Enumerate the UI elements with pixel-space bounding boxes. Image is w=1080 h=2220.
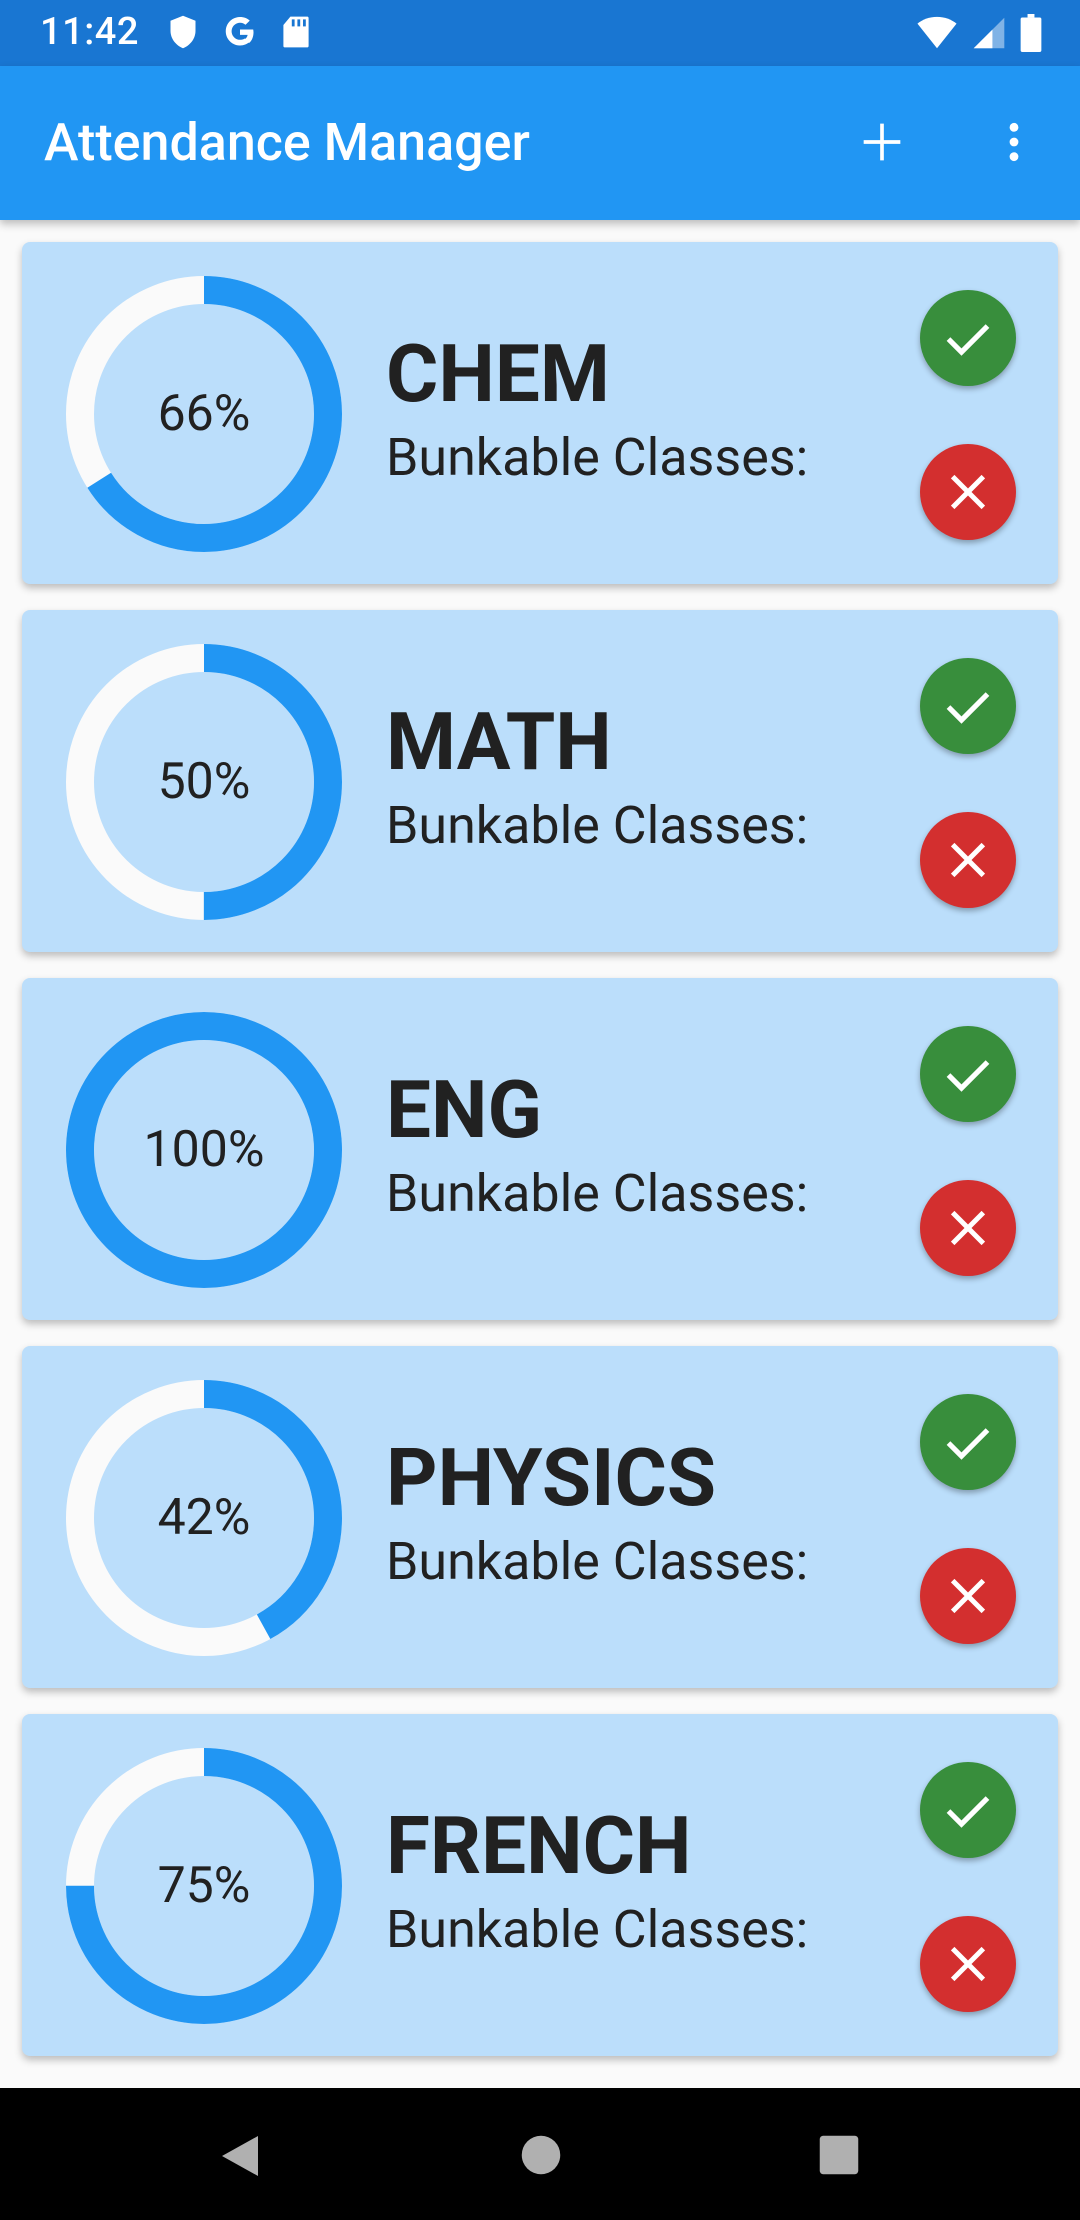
wifi-icon: [916, 16, 958, 54]
close-icon: [950, 1578, 986, 1614]
mark-absent-button[interactable]: [920, 812, 1016, 908]
home-icon: [521, 2135, 561, 2175]
status-notification-icons: [168, 14, 310, 54]
mark-absent-button[interactable]: [920, 444, 1016, 540]
subject-card-eng[interactable]: 100% ENG Bunkable Classes:: [22, 978, 1058, 1320]
mark-present-button[interactable]: [920, 1762, 1016, 1858]
check-icon: [946, 692, 990, 724]
subject-card-physics[interactable]: 42% PHYSICS Bunkable Classes:: [22, 1346, 1058, 1688]
nav-back-button[interactable]: [218, 2132, 262, 2184]
bunkable-classes-label: Bunkable Classes:: [386, 795, 809, 856]
sd-card-icon: [282, 15, 310, 53]
add-subject-button[interactable]: [850, 110, 914, 174]
check-icon: [946, 1428, 990, 1460]
status-system-icons: [916, 14, 1042, 56]
more-options-button[interactable]: [982, 110, 1046, 174]
google-icon: [222, 14, 258, 54]
check-icon: [946, 324, 990, 356]
check-icon: [946, 1060, 990, 1092]
subject-name: PHYSICS: [386, 1431, 717, 1525]
shield-icon: [168, 14, 198, 54]
recents-icon: [819, 2135, 859, 2175]
add-icon: [863, 123, 901, 161]
close-icon: [950, 1210, 986, 1246]
subject-name: ENG: [386, 1063, 542, 1157]
signal-icon: [972, 16, 1006, 54]
subject-card-chem[interactable]: 66% CHEM Bunkable Classes:: [22, 242, 1058, 584]
status-bar: 11:42: [0, 0, 1080, 66]
nav-home-button[interactable]: [520, 2134, 562, 2180]
attendance-percent: 66%: [157, 385, 251, 443]
nav-recents-button[interactable]: [818, 2134, 860, 2180]
close-icon: [950, 474, 986, 510]
attendance-percent: 100%: [143, 1121, 265, 1179]
attendance-percent: 50%: [157, 753, 251, 811]
mark-present-button[interactable]: [920, 658, 1016, 754]
more-vert-icon: [1009, 122, 1019, 162]
attendance-percent: 75%: [157, 1857, 251, 1915]
close-icon: [950, 842, 986, 878]
bunkable-classes-label: Bunkable Classes:: [386, 427, 809, 488]
battery-icon: [1020, 14, 1042, 56]
system-nav-bar: [0, 2088, 1080, 2220]
mark-present-button[interactable]: [920, 1026, 1016, 1122]
app-title: Attendance Manager: [44, 112, 530, 173]
subject-card-math[interactable]: 50% MATH Bunkable Classes:: [22, 610, 1058, 952]
subject-card-french[interactable]: 75% FRENCH Bunkable Classes:: [22, 1714, 1058, 2056]
close-icon: [950, 1946, 986, 1982]
check-icon: [946, 1796, 990, 1828]
bunkable-classes-label: Bunkable Classes:: [386, 1163, 809, 1224]
subject-name: MATH: [386, 695, 612, 789]
app-bar: Attendance Manager: [0, 66, 1080, 220]
mark-absent-button[interactable]: [920, 1180, 1016, 1276]
subject-name: CHEM: [386, 327, 610, 421]
mark-absent-button[interactable]: [920, 1916, 1016, 2012]
subject-name: FRENCH: [386, 1799, 692, 1893]
mark-present-button[interactable]: [920, 290, 1016, 386]
back-icon: [222, 2136, 258, 2176]
attendance-percent: 42%: [157, 1489, 251, 1547]
mark-present-button[interactable]: [920, 1394, 1016, 1490]
status-time: 11:42: [40, 10, 139, 54]
bunkable-classes-label: Bunkable Classes:: [386, 1899, 809, 1960]
mark-absent-button[interactable]: [920, 1548, 1016, 1644]
bunkable-classes-label: Bunkable Classes:: [386, 1531, 809, 1592]
